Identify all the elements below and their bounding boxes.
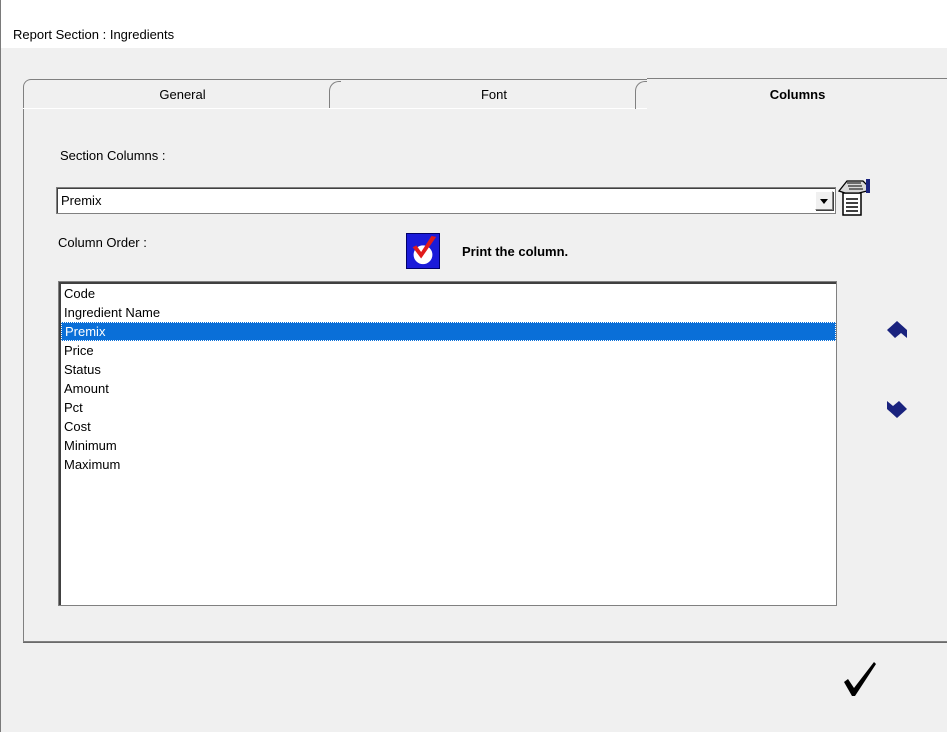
arrow-up-icon[interactable] — [885, 318, 909, 342]
column-order-list[interactable]: Code Ingredient Name Premix Price Status… — [58, 281, 837, 606]
ok-checkmark-button[interactable] — [842, 660, 878, 698]
print-column-label: Print the column. — [462, 244, 569, 259]
arrow-down-icon[interactable] — [885, 397, 909, 421]
dialog-window: Report Section : Ingredients General Fon… — [0, 0, 947, 732]
list-item[interactable]: Maximum — [61, 455, 836, 474]
hand-document-icon[interactable] — [833, 177, 871, 217]
checkmark-icon[interactable] — [406, 233, 440, 269]
tab-separator — [329, 81, 341, 109]
list-item-selected[interactable]: Premix — [61, 322, 836, 341]
list-item[interactable]: Ingredient Name — [61, 303, 836, 322]
window-top-border — [1, 0, 947, 8]
section-columns-dropdown[interactable]: Premix — [56, 187, 836, 214]
list-item[interactable]: Cost — [61, 417, 836, 436]
list-item[interactable]: Code — [61, 284, 836, 303]
tab-columns[interactable]: Columns — [647, 78, 947, 110]
list-item[interactable]: Pct — [61, 398, 836, 417]
list-item[interactable]: Price — [61, 341, 836, 360]
list-item[interactable]: Minimum — [61, 436, 836, 455]
tab-general[interactable]: General — [23, 79, 341, 109]
panel-divider — [23, 642, 947, 643]
columns-panel: Section Columns : Premix Column Order : … — [23, 109, 947, 642]
column-order-label: Column Order : — [58, 235, 147, 250]
list-item[interactable]: Status — [61, 360, 836, 379]
window-title: Report Section : Ingredients — [13, 27, 175, 42]
section-columns-value: Premix — [61, 193, 102, 208]
title-bar: Report Section : Ingredients — [1, 8, 947, 48]
tab-font[interactable]: Font — [341, 79, 647, 109]
tab-separator — [635, 81, 647, 109]
chevron-down-icon[interactable] — [815, 191, 833, 210]
section-columns-label: Section Columns : — [60, 148, 166, 163]
tab-strip: General Font Columns — [23, 78, 947, 110]
list-item[interactable]: Amount — [61, 379, 836, 398]
